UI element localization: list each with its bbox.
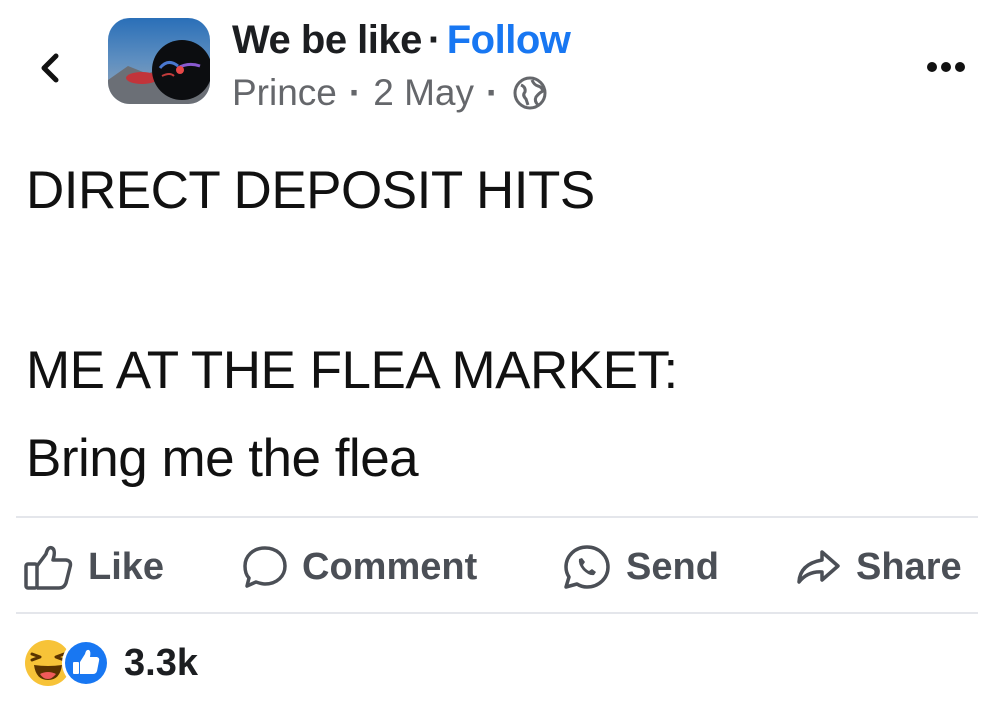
share-label: Share (856, 545, 962, 588)
follow-button[interactable]: Follow (447, 18, 571, 62)
post-text-line-1: DIRECT DEPOSIT HITS (26, 161, 595, 220)
post-date[interactable]: 2 May (373, 72, 474, 114)
author-name[interactable]: Prince (232, 72, 337, 114)
page-name[interactable]: We be like (232, 18, 422, 62)
thumbs-up-icon (24, 545, 73, 590)
reaction-icons (25, 639, 110, 687)
divider (16, 516, 978, 518)
send-label: Send (626, 545, 719, 588)
share-icon (797, 550, 840, 584)
post-text-line-3: Bring me the flea (26, 429, 419, 488)
reaction-count: 3.3k (124, 641, 198, 684)
whatsapp-icon (564, 545, 610, 589)
like-icon (62, 639, 110, 687)
separator-dot: · (485, 72, 499, 113)
like-button[interactable]: Like (22, 540, 164, 594)
comment-icon (243, 546, 287, 588)
post-meta: Prince · 2 May · (232, 72, 548, 114)
divider (16, 612, 978, 614)
separator-dot: · (348, 72, 362, 113)
reactions-summary[interactable]: 3.3k (22, 636, 198, 690)
separator-dot: · (427, 18, 441, 62)
avatar[interactable] (108, 18, 210, 104)
chevron-left-icon (41, 53, 59, 83)
more-options-button[interactable] (918, 54, 974, 80)
post-text-line-2: ME AT THE FLEA MARKET: (26, 341, 678, 400)
more-horizontal-icon (927, 62, 965, 72)
globe-icon (513, 76, 547, 110)
back-button[interactable] (32, 48, 72, 88)
post-header-title: We be like · Follow (232, 18, 571, 63)
share-button[interactable]: Share (792, 540, 962, 594)
like-label: Like (88, 545, 165, 588)
send-button[interactable]: Send (560, 540, 719, 594)
comment-button[interactable]: Comment (240, 540, 477, 594)
comment-label: Comment (302, 545, 478, 588)
